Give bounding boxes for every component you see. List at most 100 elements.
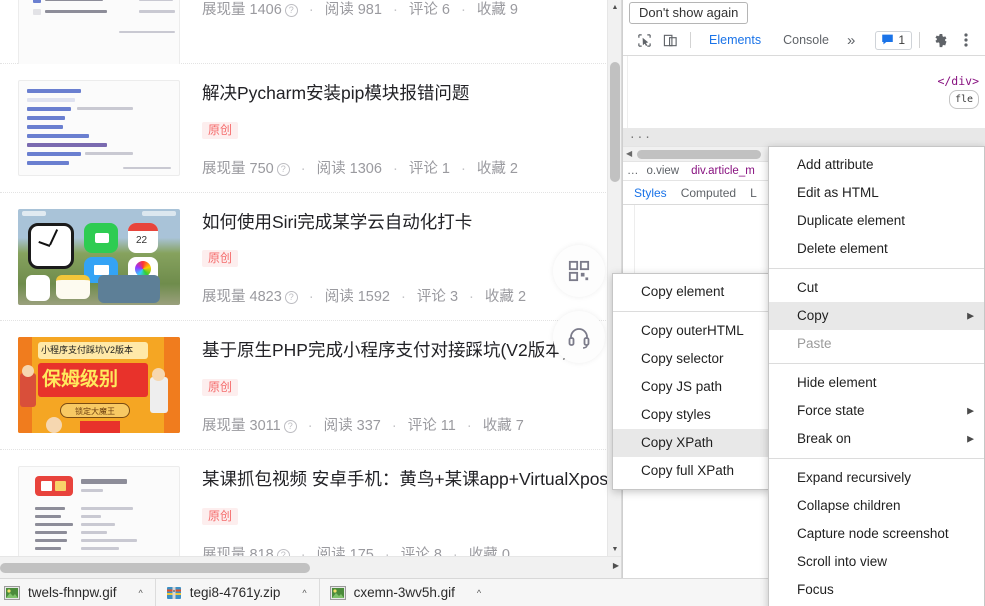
help-icon[interactable]: ?	[284, 420, 297, 433]
menu-item-break-on[interactable]: Break on ▶	[769, 425, 984, 453]
article-thumbnail[interactable]: 小程序支付踩坑V2版本 保姆级别 锁定大魔王	[18, 337, 180, 433]
impressions-label: 展现量	[202, 161, 246, 177]
menu-item-edit-as-html[interactable]: Edit as HTML	[769, 179, 984, 207]
poster-top-text: 小程序支付踩坑V2版本	[41, 345, 145, 356]
download-file-name: tegi8-4761y.zip	[190, 585, 281, 600]
image-file-icon	[4, 585, 20, 601]
comments-label: 评论	[409, 2, 438, 18]
flex-badge[interactable]: fle	[949, 90, 979, 109]
menu-item-copy-full-xpath[interactable]: Copy full XPath	[613, 457, 769, 485]
dom-tree[interactable]: </div> fle ▶<div class= -community' </di…	[623, 56, 985, 146]
inspect-element-button[interactable]	[631, 28, 657, 52]
settings-button[interactable]	[927, 28, 953, 52]
comments-value: 3	[450, 289, 458, 305]
download-menu-caret-icon[interactable]: ^	[125, 588, 151, 598]
menu-item-duplicate-element[interactable]: Duplicate element	[769, 207, 984, 235]
scroll-up-arrow[interactable]: ▲	[608, 0, 622, 14]
article-list: 展现量 1406? · 阅读 981 · 评论 6 · 收藏 9	[0, 0, 608, 578]
scroll-left-arrow[interactable]: ◀	[626, 149, 632, 158]
toolbar-divider	[690, 32, 691, 48]
qrcode-button[interactable]	[553, 245, 605, 297]
meta-sep: ·	[393, 2, 398, 18]
devtools-menu-button[interactable]	[953, 28, 979, 52]
article-row[interactable]: 展现量 1406? · 阅读 981 · 评论 6 · 收藏 9	[0, 0, 608, 64]
menu-item-capture-node-screenshot[interactable]: Capture node screenshot	[769, 520, 984, 548]
tab-styles[interactable]: Styles	[627, 182, 674, 204]
tab-computed[interactable]: Computed	[674, 182, 743, 204]
help-icon[interactable]: ?	[285, 4, 298, 17]
download-item[interactable]: tegi8-4761y.zip ^	[156, 579, 320, 606]
reads-value: 337	[357, 418, 381, 434]
dont-show-again-button[interactable]: Don't show again	[629, 2, 748, 24]
help-icon[interactable]: ?	[285, 291, 298, 304]
article-thumbnail[interactable]	[18, 0, 180, 70]
breadcrumb-overflow[interactable]: …	[627, 165, 639, 177]
article-row[interactable]: 小程序支付踩坑V2版本 保姆级别 锁定大魔王 基于原生PHP完成小程序支付对接踩…	[0, 321, 608, 450]
menu-item-focus[interactable]: Focus	[769, 576, 984, 604]
menu-item-scroll-into-view[interactable]: Scroll into view	[769, 548, 984, 576]
menu-item-copy-selector[interactable]: Copy selector	[613, 345, 769, 373]
more-vertical-icon	[964, 32, 968, 48]
copy-submenu[interactable]: Copy element Copy outerHTML Copy selecto…	[612, 273, 770, 490]
menu-item-add-attribute[interactable]: Add attribute	[769, 151, 984, 179]
breadcrumb-item[interactable]: o.view	[647, 165, 680, 177]
download-item[interactable]: twels-fhnpw.gif ^	[0, 579, 156, 606]
breadcrumb-item[interactable]: div.article_m	[691, 165, 755, 177]
menu-item-copy[interactable]: Copy ▶	[769, 302, 984, 330]
article-meta: 展现量 3011? · 阅读 337 · 评论 11 · 收藏 7	[202, 414, 598, 435]
tab-layout[interactable]: L	[743, 182, 764, 204]
article-thumbnail[interactable]	[18, 466, 180, 562]
scroll-right-arrow[interactable]: ▶	[613, 561, 619, 570]
download-menu-caret-icon[interactable]: ^	[288, 588, 314, 598]
article-meta: 展现量 750? · 阅读 1306 · 评论 1 · 收藏 2	[202, 157, 598, 178]
scrollbar-thumb[interactable]	[610, 62, 620, 182]
meta-sep: ·	[301, 161, 306, 177]
tab-console[interactable]: Console	[779, 27, 833, 53]
blog-article-list-page: 展现量 1406? · 阅读 981 · 评论 6 · 收藏 9	[0, 0, 622, 578]
messages-badge[interactable]: 1	[875, 31, 912, 50]
article-body: 基于原生PHP完成小程序支付对接踩坑(V2版本) 原创 展现量 3011? · …	[202, 337, 598, 435]
submenu-arrow-icon: ▶	[967, 430, 974, 449]
page-horizontal-scrollbar[interactable]: ▶	[0, 556, 622, 578]
article-row[interactable]: 解决Pycharm安装pip模块报错问题 原创 展现量 750? · 阅读 13…	[0, 64, 608, 193]
more-tabs-button[interactable]: »	[847, 32, 855, 49]
article-row[interactable]: 22 如何使用Siri完成某学云自动化打卡 原创 展现量	[0, 193, 608, 322]
article-title[interactable]: 基于原生PHP完成小程序支付对接踩坑(V2版本)	[202, 339, 598, 363]
hscrollbar-thumb[interactable]	[0, 563, 310, 573]
element-context-menu[interactable]: Add attribute Edit as HTML Duplicate ele…	[768, 146, 985, 606]
menu-item-delete-element[interactable]: Delete element	[769, 235, 984, 263]
dom-selected-row[interactable]: ···	[623, 128, 985, 146]
download-menu-caret-icon[interactable]: ^	[463, 588, 489, 598]
menu-item-collapse-children[interactable]: Collapse children	[769, 492, 984, 520]
customer-service-button[interactable]	[553, 311, 605, 363]
menu-item-copy-element[interactable]: Copy element	[613, 278, 769, 306]
help-icon[interactable]: ?	[277, 163, 290, 176]
dom-line[interactable]: </div> fle	[623, 56, 985, 126]
menu-item-copy-styles[interactable]: Copy styles	[613, 401, 769, 429]
menu-item-cut[interactable]: Cut	[769, 274, 984, 302]
menu-separator	[769, 268, 984, 269]
article-thumbnail[interactable]	[18, 80, 180, 176]
menu-item-expand-recursively[interactable]: Expand recursively	[769, 464, 984, 492]
menu-item-force-state[interactable]: Force state ▶	[769, 397, 984, 425]
menu-item-copy-outerhtml[interactable]: Copy outerHTML	[613, 317, 769, 345]
article-title[interactable]: 如何使用Siri完成某学云自动化打卡	[202, 211, 598, 235]
scroll-down-arrow[interactable]: ▼	[608, 542, 622, 556]
headset-icon	[567, 325, 591, 349]
download-item[interactable]: cxemn-3wv5h.gif ^	[320, 579, 494, 606]
favorites-value: 9	[510, 2, 518, 18]
download-file-name: twels-fhnpw.gif	[28, 585, 117, 600]
impressions-value: 3011	[250, 418, 281, 434]
device-toolbar-button[interactable]	[657, 28, 683, 52]
menu-item-copy-js-path[interactable]: Copy JS path	[613, 373, 769, 401]
article-title[interactable]: 某课抓包视频 安卓手机：黄鸟+某课app+VirtualXposed脱	[202, 468, 598, 492]
dom-hscrollbar-thumb[interactable]	[637, 150, 761, 159]
original-badge: 原创	[202, 122, 238, 139]
menu-item-paste: Paste	[769, 330, 984, 358]
tab-elements[interactable]: Elements	[705, 27, 765, 53]
menu-item-copy-xpath[interactable]: Copy XPath	[613, 429, 769, 457]
impressions-label: 展现量	[202, 2, 246, 18]
menu-item-hide-element[interactable]: Hide element	[769, 369, 984, 397]
article-thumbnail[interactable]: 22	[18, 209, 180, 305]
article-title[interactable]: 解决Pycharm安装pip模块报错问题	[202, 82, 598, 106]
